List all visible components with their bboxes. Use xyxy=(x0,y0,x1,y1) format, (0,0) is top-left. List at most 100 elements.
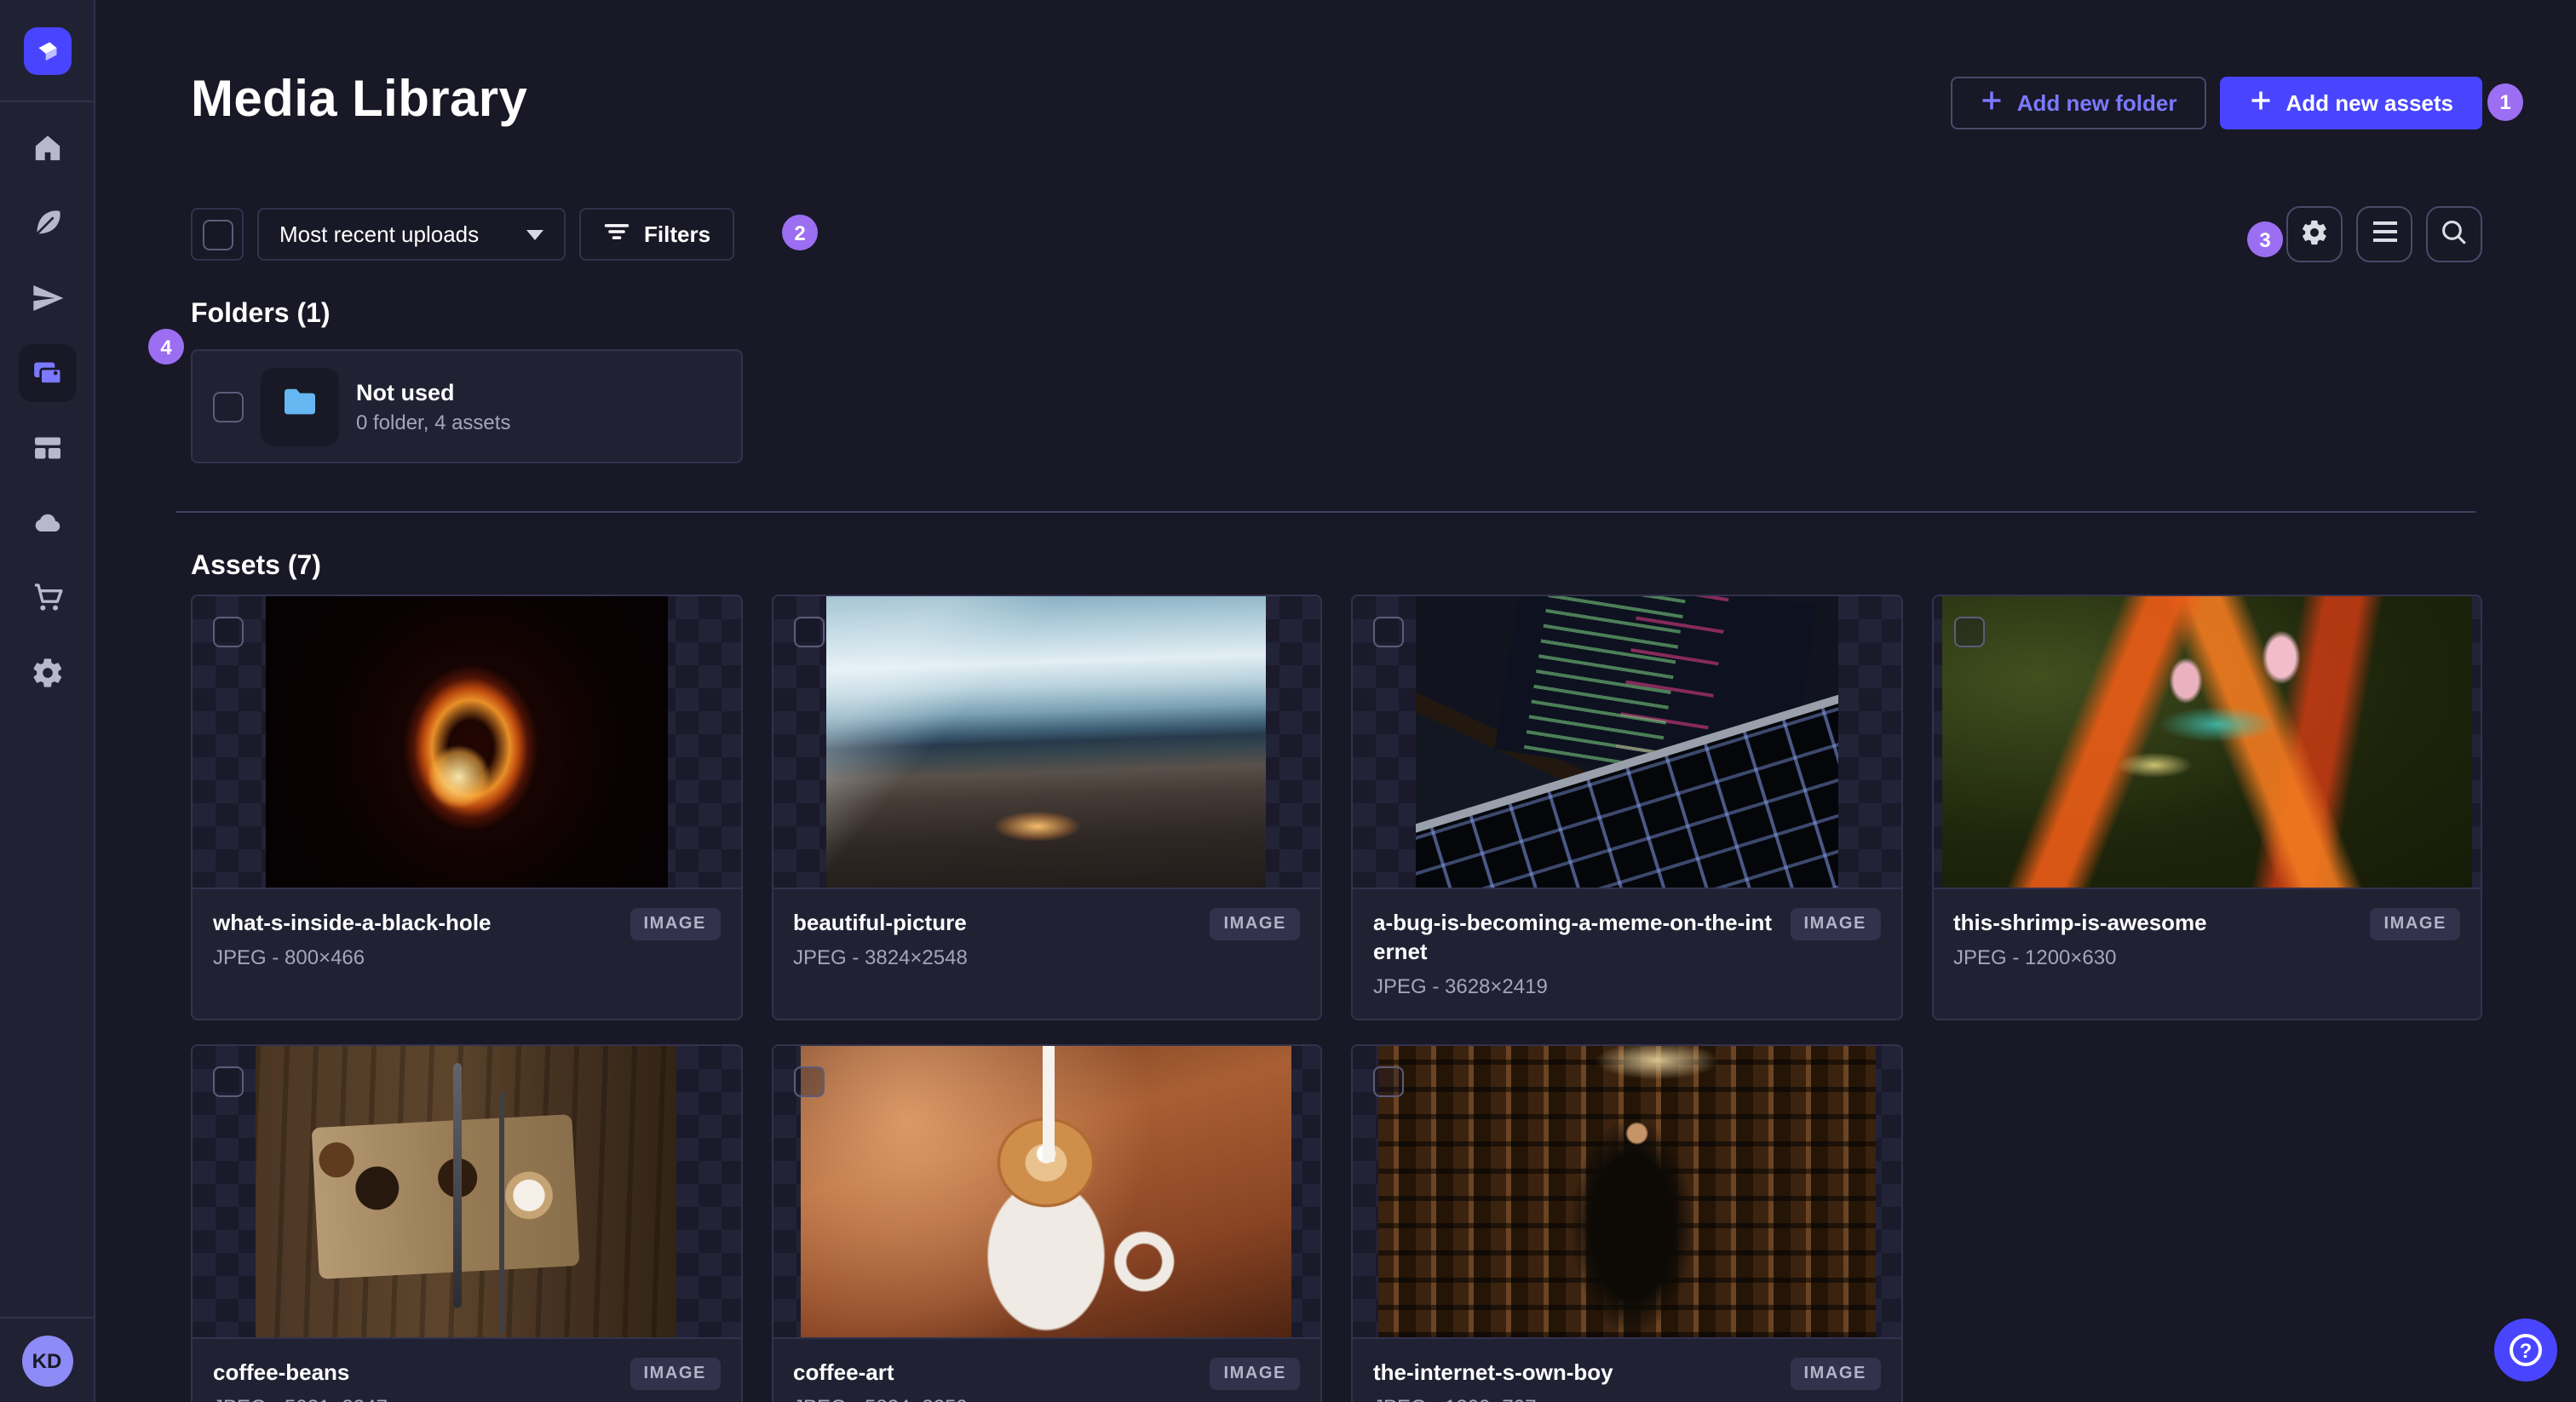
folder-card-not-used[interactable]: Not used 0 folder, 4 assets xyxy=(191,349,743,463)
sidebar-nav xyxy=(0,102,94,702)
sidebar: KD xyxy=(0,0,95,1402)
header-actions: Add new folder Add new assets xyxy=(1950,77,2482,129)
folder-checkbox[interactable] xyxy=(213,391,244,422)
search-button[interactable] xyxy=(2426,206,2482,262)
laptop-code-image xyxy=(1415,596,1838,888)
asset-type-badge: IMAGE xyxy=(1210,908,1300,940)
avatar[interactable]: KD xyxy=(21,1335,72,1386)
asset-card[interactable]: a-bug-is-becoming-a-meme-on-the-internet… xyxy=(1351,595,1902,1020)
sidebar-item-deploy[interactable] xyxy=(18,494,76,552)
asset-card[interactable]: coffee-beans JPEG - 5021×3347 IMAGE xyxy=(191,1044,742,1402)
annotation-badge-3: 3 xyxy=(2247,221,2283,257)
sidebar-item-releases[interactable] xyxy=(18,269,76,327)
asset-type-badge: IMAGE xyxy=(1210,1358,1300,1390)
sidebar-item-content-type-builder[interactable] xyxy=(18,194,76,252)
asset-meta: JPEG - 5824×3259 xyxy=(793,1395,1300,1402)
sidebar-item-marketplace[interactable] xyxy=(18,569,76,627)
media-library-page: KD Media Library Add new folder Add new … xyxy=(0,0,2576,1402)
strapi-logo-icon[interactable] xyxy=(23,26,71,74)
section-divider xyxy=(175,511,2475,513)
chevron-down-icon xyxy=(526,229,543,239)
assets-heading: Assets (7) xyxy=(191,552,321,581)
asset-checkbox[interactable] xyxy=(793,1066,824,1097)
asset-checkbox[interactable] xyxy=(213,1066,244,1097)
asset-thumbnail-area xyxy=(1353,1046,1900,1339)
plus-icon xyxy=(1980,89,2004,118)
asset-card[interactable]: beautiful-picture JPEG - 3824×2548 IMAGE xyxy=(771,595,1322,1020)
select-all-checkbox[interactable] xyxy=(191,208,244,261)
annotation-badge-1: 1 xyxy=(2487,83,2523,121)
asset-info: this-shrimp-is-awesome JPEG - 1200×630 I… xyxy=(1933,889,2481,1019)
folder-texts: Not used 0 folder, 4 assets xyxy=(356,379,510,434)
asset-meta: JPEG - 800×466 xyxy=(213,945,365,969)
asset-checkbox[interactable] xyxy=(793,617,824,647)
mountain-landscape-image xyxy=(826,596,1267,888)
plus-icon xyxy=(2248,89,2272,118)
asset-thumbnail-area xyxy=(773,596,1320,889)
asset-checkbox[interactable] xyxy=(213,617,244,647)
view-options xyxy=(2286,206,2482,262)
asset-card[interactable]: coffee-art JPEG - 5824×3259 IMAGE xyxy=(771,1044,1322,1402)
cart-icon xyxy=(30,581,64,615)
asset-thumbnail-area xyxy=(1353,596,1900,889)
asset-thumbnail-area xyxy=(193,1046,740,1339)
add-new-assets-button[interactable]: Add new assets xyxy=(2219,77,2482,129)
asset-type-badge: IMAGE xyxy=(1790,908,1880,940)
home-icon xyxy=(30,131,64,165)
asset-meta: JPEG - 3824×2548 xyxy=(793,945,968,969)
asset-card[interactable]: what-s-inside-a-black-hole JPEG - 800×46… xyxy=(191,595,742,1020)
library-portrait-image xyxy=(1377,1046,1876,1337)
filters-button[interactable]: Filters xyxy=(579,208,735,261)
folder-icon-box xyxy=(261,367,339,445)
sidebar-item-media-library[interactable] xyxy=(18,344,76,402)
asset-info: beautiful-picture JPEG - 3824×2548 IMAGE xyxy=(773,889,1320,1019)
folder-meta: 0 folder, 4 assets xyxy=(356,410,511,434)
asset-card[interactable]: this-shrimp-is-awesome JPEG - 1200×630 I… xyxy=(1931,595,2482,1020)
main-content: Media Library Add new folder Add new ass… xyxy=(95,0,2576,1402)
search-icon xyxy=(2440,217,2469,251)
gear-icon xyxy=(30,656,64,690)
asset-meta: JPEG - 1200×630 xyxy=(1953,945,2117,969)
asset-checkbox[interactable] xyxy=(1373,1066,1404,1097)
cloud-icon xyxy=(30,506,64,540)
toolbar: Most recent uploads Filters xyxy=(191,206,2482,262)
layout-icon xyxy=(30,431,64,465)
coffee-beans-image xyxy=(256,1046,677,1337)
asset-type-badge: IMAGE xyxy=(630,1358,720,1390)
add-new-folder-button[interactable]: Add new folder xyxy=(1950,77,2206,129)
list-icon xyxy=(2371,220,2398,249)
page-title: Media Library xyxy=(191,72,528,128)
help-button[interactable]: ? xyxy=(2494,1319,2557,1382)
sidebar-item-content-manager[interactable] xyxy=(18,419,76,477)
annotation-badge-2: 2 xyxy=(782,215,818,250)
asset-card[interactable]: the-internet-s-own-boy JPEG - 1200×707 I… xyxy=(1351,1044,1902,1402)
asset-thumbnail-area xyxy=(193,596,740,889)
filter-icon xyxy=(603,220,630,249)
asset-checkbox[interactable] xyxy=(1953,617,1984,647)
folders-heading: Folders (1) xyxy=(191,300,331,329)
asset-type-badge: IMAGE xyxy=(630,908,720,940)
question-mark-icon: ? xyxy=(2510,1334,2542,1366)
media-library-icon xyxy=(30,356,64,390)
sidebar-item-settings[interactable] xyxy=(18,644,76,702)
black-hole-image xyxy=(265,596,668,888)
annotation-badge-4: 4 xyxy=(148,329,184,365)
asset-meta: JPEG - 1200×707 xyxy=(1373,1395,1880,1402)
asset-checkbox[interactable] xyxy=(1373,617,1404,647)
list-view-button[interactable] xyxy=(2356,206,2412,262)
asset-type-badge: IMAGE xyxy=(2370,908,2460,940)
feather-icon xyxy=(30,206,64,240)
sidebar-item-home[interactable] xyxy=(18,119,76,177)
cog-icon xyxy=(2300,217,2329,251)
configure-view-button[interactable] xyxy=(2286,206,2343,262)
logo-container xyxy=(0,0,94,102)
paper-plane-icon xyxy=(30,281,64,315)
asset-info: coffee-beans JPEG - 5021×3347 IMAGE xyxy=(193,1339,740,1402)
latte-art-image xyxy=(801,1046,1292,1337)
asset-info: the-internet-s-own-boy JPEG - 1200×707 I… xyxy=(1353,1339,1900,1402)
sort-dropdown[interactable]: Most recent uploads xyxy=(257,208,566,261)
page-header: Media Library Add new folder Add new ass… xyxy=(191,72,2482,129)
folder-icon xyxy=(279,382,320,431)
mantis-shrimp-image xyxy=(1941,596,2472,888)
asset-info: coffee-art JPEG - 5824×3259 IMAGE xyxy=(773,1339,1320,1402)
